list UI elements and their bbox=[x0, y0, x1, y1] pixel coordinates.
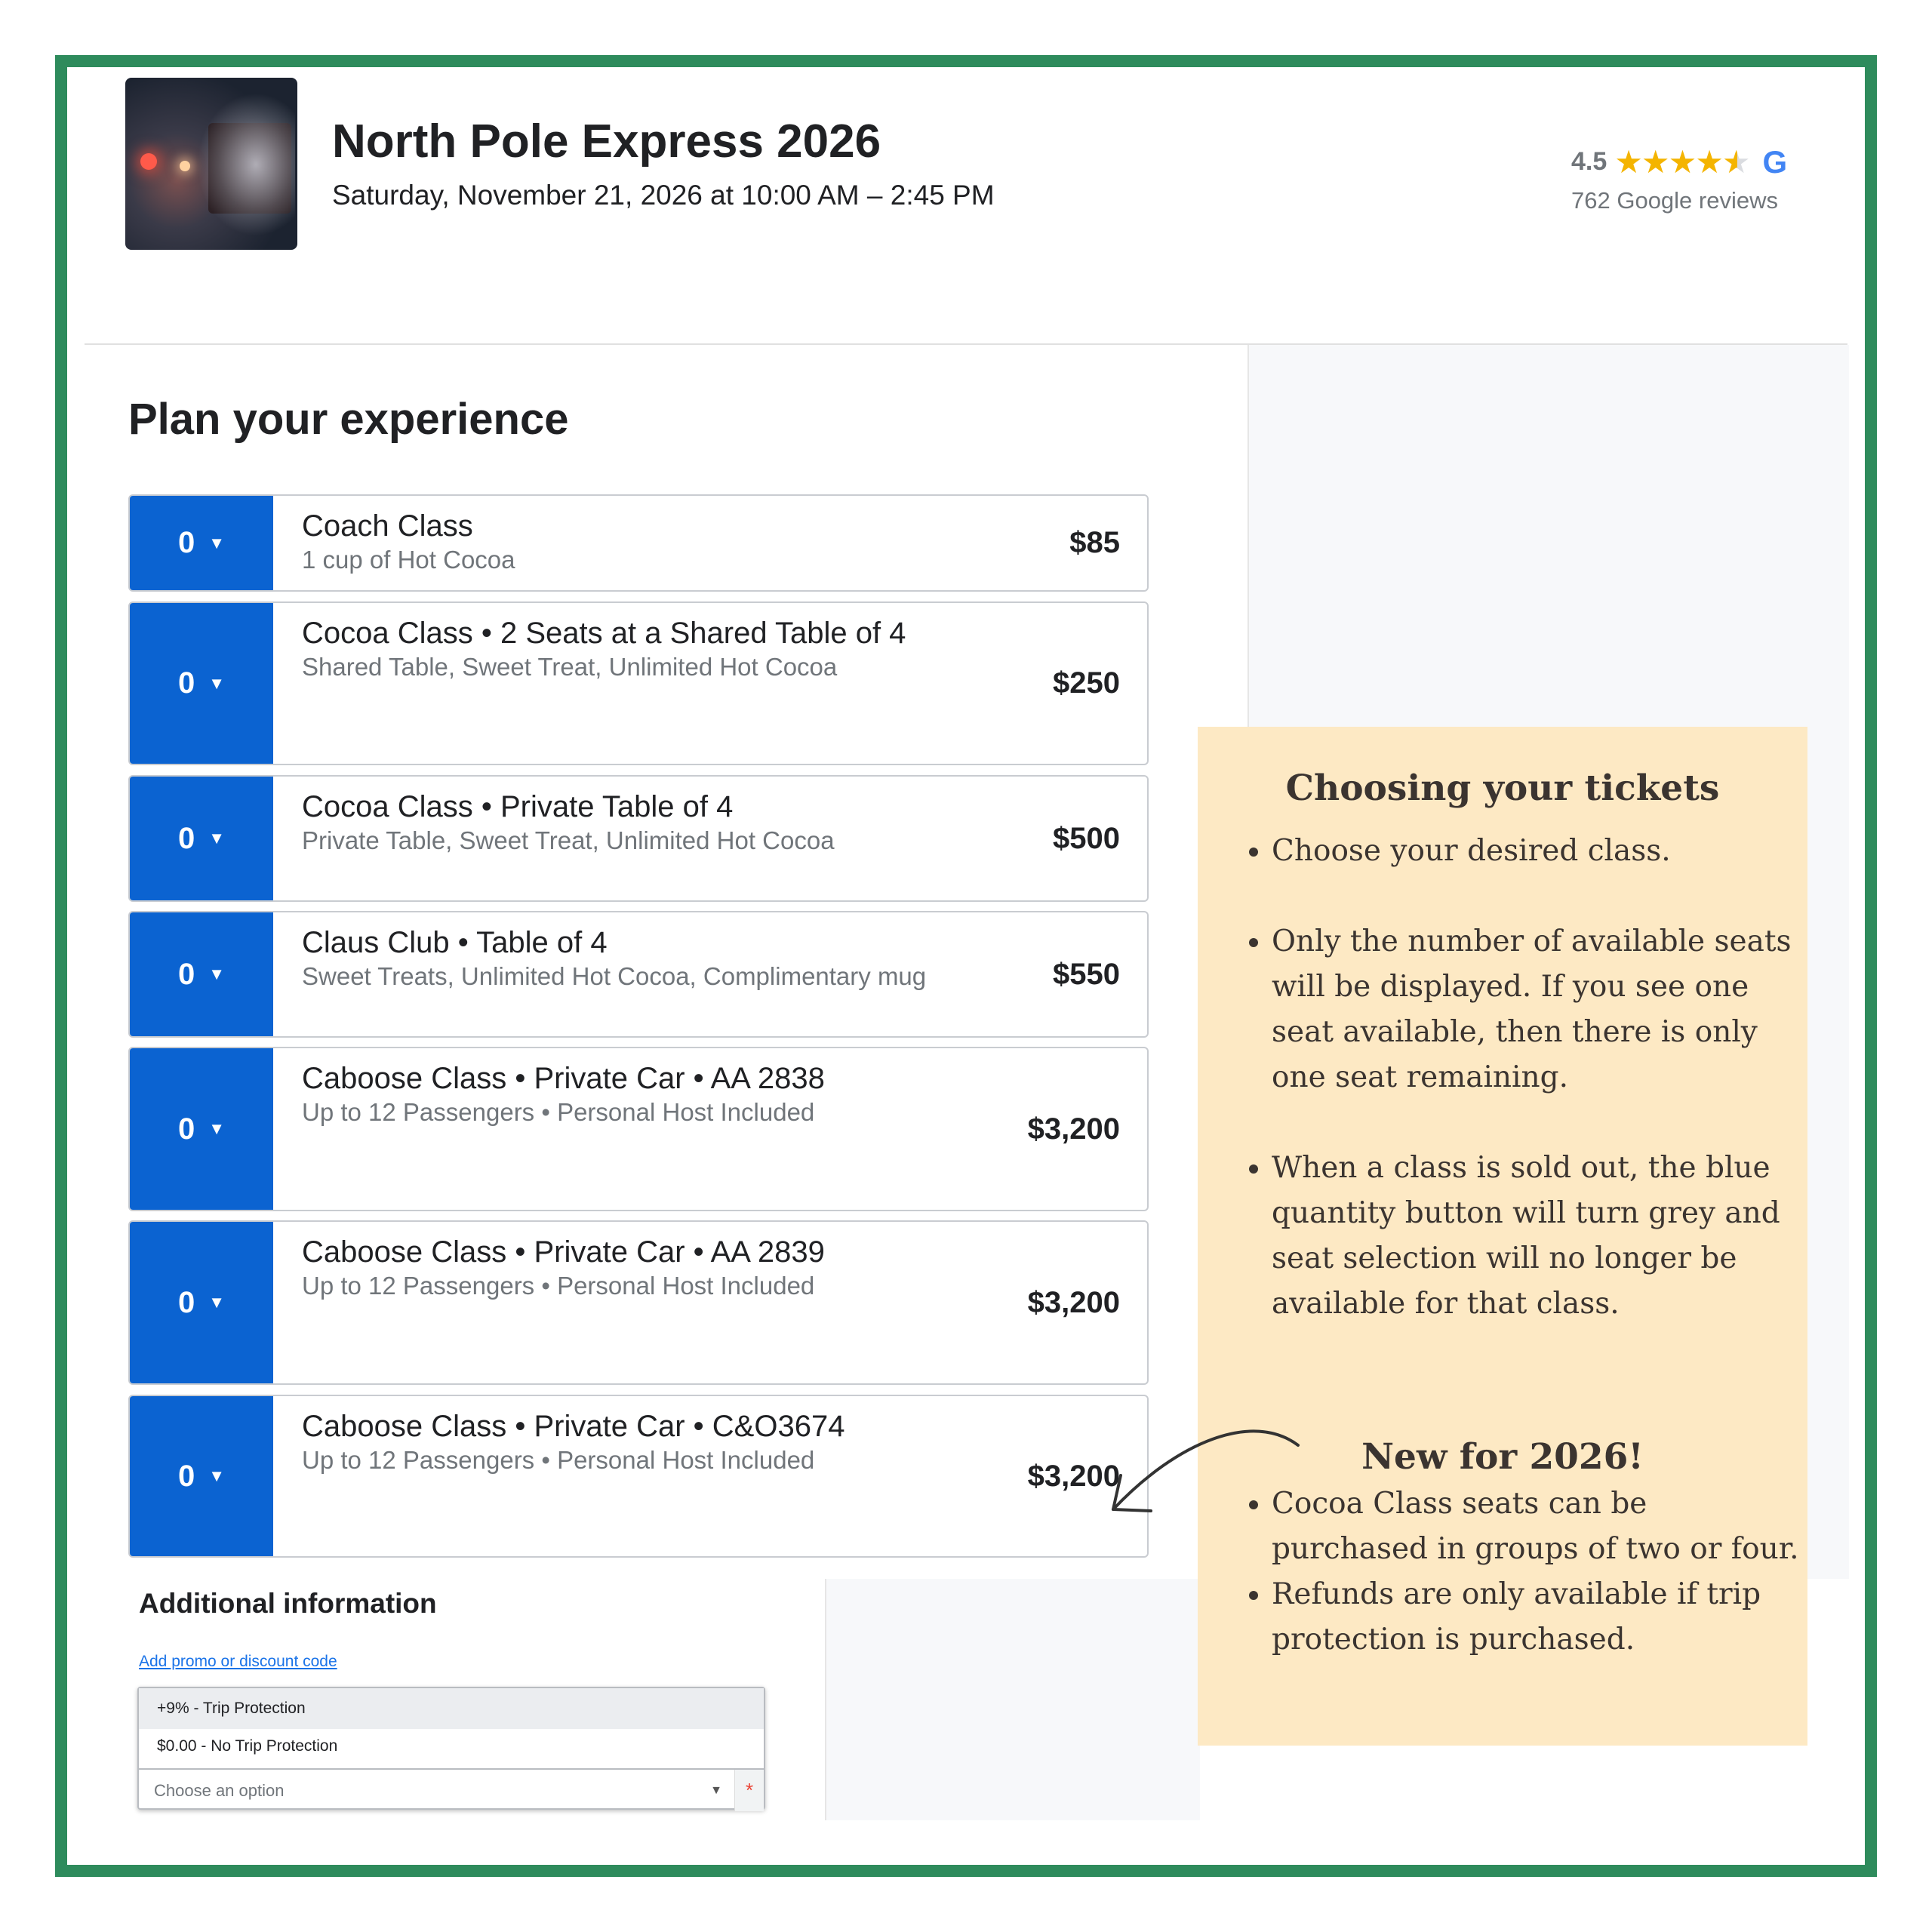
chevron-down-icon: ▼ bbox=[208, 673, 226, 693]
ticket-price: $85 bbox=[1069, 526, 1120, 559]
ticket-price: $250 bbox=[1053, 666, 1120, 700]
new-bullet-list: Cocoa Class seats can be purchased in gr… bbox=[1228, 1481, 1800, 1663]
google-logo-icon: G bbox=[1762, 143, 1788, 180]
ticket-description: 1 cup of Hot Cocoa bbox=[302, 546, 515, 574]
ticket-row-caboose-2838: 0 ▼ Caboose Class • Private Car • AA 2838… bbox=[128, 1047, 1149, 1211]
ticket-price: $3,200 bbox=[1027, 1112, 1120, 1146]
option-trip-protection[interactable]: +9% - Trip Protection bbox=[139, 1688, 764, 1729]
quantity-select[interactable]: 0 ▼ bbox=[130, 603, 273, 764]
new-bullet: Refunds are only available if trip prote… bbox=[1272, 1572, 1800, 1663]
review-count[interactable]: 762 Google reviews bbox=[1571, 187, 1778, 214]
ticket-price: $3,200 bbox=[1027, 1285, 1120, 1319]
ticket-price: $550 bbox=[1053, 957, 1120, 991]
additional-info-heading: Additional information bbox=[139, 1588, 437, 1619]
note-bullet: Only the number of available seats will … bbox=[1272, 919, 1800, 1100]
chevron-down-icon: ▼ bbox=[208, 964, 226, 983]
quantity-select[interactable]: 0 ▼ bbox=[130, 777, 273, 900]
new-bullet: Cocoa Class seats can be purchased in gr… bbox=[1272, 1481, 1800, 1572]
ticket-description: Shared Table, Sweet Treat, Unlimited Hot… bbox=[302, 653, 838, 681]
option-no-trip-protection[interactable]: $0.00 - No Trip Protection bbox=[139, 1729, 764, 1764]
ticket-description: Up to 12 Passengers • Personal Host Incl… bbox=[302, 1272, 815, 1300]
event-thumbnail bbox=[125, 78, 297, 250]
required-marker: * bbox=[734, 1770, 764, 1811]
ticket-row-claus-club: 0 ▼ Claus Club • Table of 4 Sweet Treats, … bbox=[128, 911, 1149, 1038]
ticket-info-note: Choosing your tickets Choose your desire… bbox=[1198, 727, 1807, 1746]
ticket-name: Coach Class bbox=[302, 509, 473, 543]
trip-protection-dropdown: +9% - Trip Protection $0.00 - No Trip Pr… bbox=[137, 1687, 765, 1811]
note-heading: Choosing your tickets bbox=[1285, 768, 1720, 809]
bottom-side-panel bbox=[825, 1579, 1200, 1820]
ticket-name: Caboose Class • Private Car • AA 2839 bbox=[302, 1235, 825, 1269]
quantity-select[interactable]: 0 ▼ bbox=[130, 496, 273, 590]
quantity-select[interactable]: 0 ▼ bbox=[130, 1222, 273, 1383]
rating-value: 4.5 bbox=[1571, 147, 1607, 176]
ticket-name: Cocoa Class • 2 Seats at a Shared Table … bbox=[302, 617, 906, 650]
ticket-row-cocoa-shared: 0 ▼ Cocoa Class • 2 Seats at a Shared Tab… bbox=[128, 601, 1149, 765]
ticket-row-cocoa-private: 0 ▼ Cocoa Class • Private Table of 4 Priva… bbox=[128, 775, 1149, 902]
note-bullet-list: Choose your desired class. Only the numb… bbox=[1228, 829, 1800, 1327]
chevron-down-icon: ▼ bbox=[208, 1293, 226, 1312]
ticket-row-caboose-2839: 0 ▼ Caboose Class • Private Car • AA 2839… bbox=[128, 1220, 1149, 1385]
section-heading: Plan your experience bbox=[128, 395, 569, 444]
chevron-down-icon: ▼ bbox=[208, 1119, 226, 1138]
note-bullet: When a class is sold out, the blue quant… bbox=[1272, 1146, 1800, 1327]
quantity-select[interactable]: 0 ▼ bbox=[130, 912, 273, 1036]
promo-code-link[interactable]: Add promo or discount code bbox=[139, 1653, 337, 1671]
quantity-select[interactable]: 0 ▼ bbox=[130, 1396, 273, 1556]
ticket-name: Caboose Class • Private Car • C&O3674 bbox=[302, 1410, 845, 1443]
google-rating[interactable]: 4.5 ★★★★★ G bbox=[1571, 143, 1787, 180]
chevron-down-icon: ▼ bbox=[208, 1466, 226, 1485]
pointer-arrow-icon bbox=[1112, 1429, 1300, 1512]
quantity-select[interactable]: 0 ▼ bbox=[130, 1048, 273, 1210]
ticket-description: Up to 12 Passengers • Personal Host Incl… bbox=[302, 1098, 815, 1126]
ticket-name: Caboose Class • Private Car • AA 2838 bbox=[302, 1062, 825, 1095]
select-placeholder: Choose an option bbox=[154, 1780, 285, 1800]
chevron-down-icon: ▼ bbox=[710, 1783, 722, 1797]
chevron-down-icon: ▼ bbox=[208, 533, 226, 552]
note-bullet: Choose your desired class. bbox=[1272, 829, 1800, 874]
event-datetime: Saturday, November 21, 2026 at 10:00 AM … bbox=[332, 180, 995, 211]
ticket-name: Claus Club • Table of 4 bbox=[302, 926, 608, 959]
trip-protection-select[interactable]: Choose an option ▼ * bbox=[139, 1768, 764, 1811]
star-rating-icon: ★★★★★ bbox=[1614, 144, 1750, 180]
ticket-price: $500 bbox=[1053, 821, 1120, 855]
chevron-down-icon: ▼ bbox=[208, 829, 226, 848]
ticket-name: Cocoa Class • Private Table of 4 bbox=[302, 790, 734, 823]
ticket-row-caboose-co3674: 0 ▼ Caboose Class • Private Car • C&O3674… bbox=[128, 1395, 1149, 1558]
ticket-row-coach: 0 ▼ Coach Class 1 cup of Hot Cocoa $85 bbox=[128, 494, 1149, 592]
ticket-description: Up to 12 Passengers • Personal Host Incl… bbox=[302, 1446, 815, 1474]
ticket-description: Private Table, Sweet Treat, Unlimited Ho… bbox=[302, 826, 835, 854]
ticket-description: Sweet Treats, Unlimited Hot Cocoa, Compl… bbox=[302, 962, 927, 990]
event-title: North Pole Express 2026 bbox=[332, 115, 881, 168]
